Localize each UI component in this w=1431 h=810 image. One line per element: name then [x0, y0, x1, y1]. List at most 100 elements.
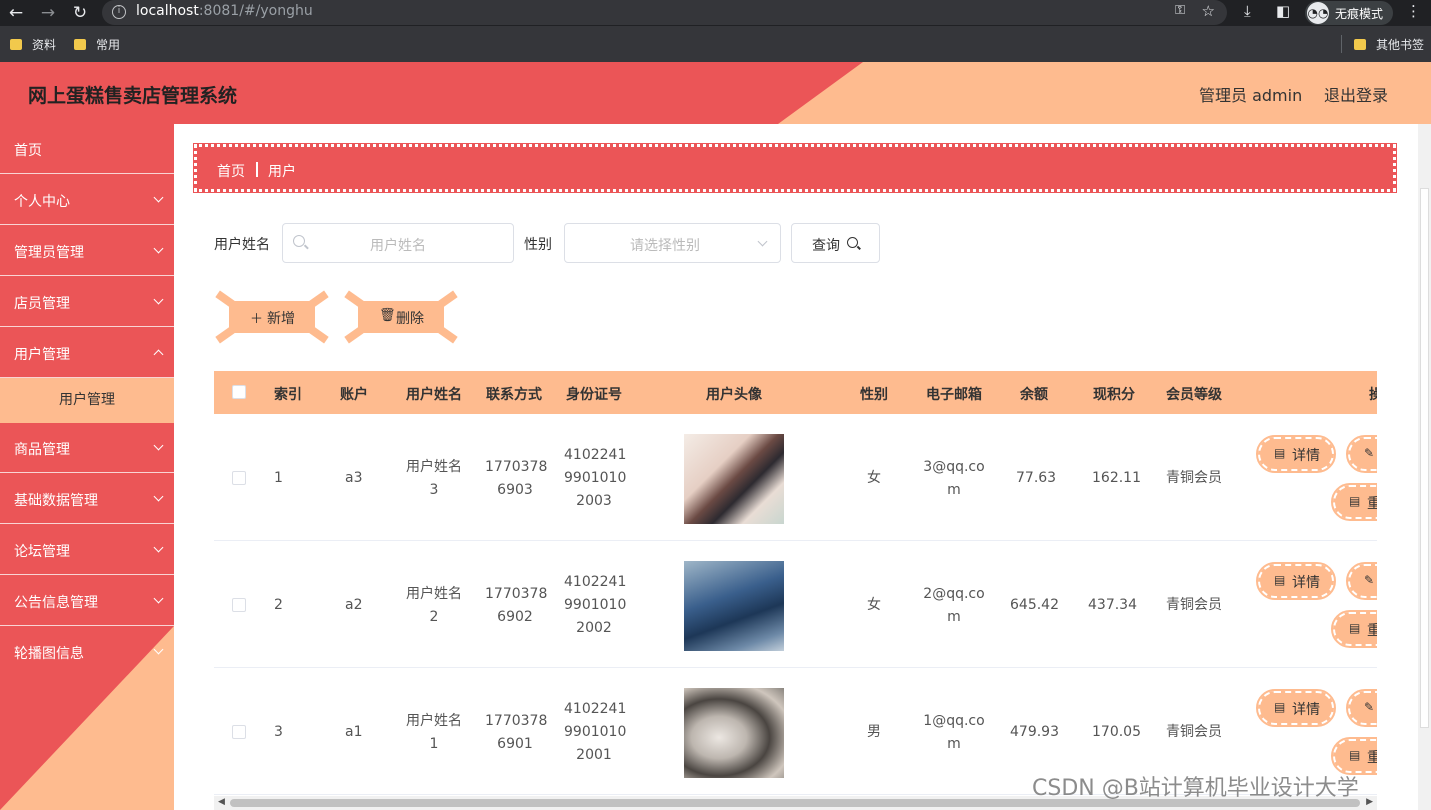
select-all-checkbox[interactable]	[232, 385, 246, 399]
cell-account: a3	[345, 470, 363, 486]
sidebar-item-basic-data[interactable]: 基础数据管理	[0, 474, 174, 524]
edit-button[interactable]: ✎	[1346, 435, 1377, 473]
cell-email: 2@qq.co m	[923, 586, 985, 625]
address-bar[interactable]: i localhost:8081/#/yonghu ⚿ ☆	[102, 0, 1227, 25]
gender-select[interactable]: 请选择性别	[564, 223, 781, 263]
cell-index: 1	[274, 470, 283, 486]
pencil-icon: ✎	[1364, 700, 1375, 714]
sidebar-item-users[interactable]: 用户管理	[0, 328, 174, 378]
url-text: localhost:8081/#/yonghu	[136, 3, 313, 19]
document-icon: ▤	[1274, 700, 1286, 714]
scroll-left-icon[interactable]: ◀	[218, 797, 225, 807]
chevron-down-icon	[153, 491, 164, 502]
logout-link[interactable]: 退出登录	[1324, 82, 1388, 106]
main-content: 首页 用户 用户姓名 用户姓名 性别 请选择性别 查询 ＋ 新增 🗑 删除 索引…	[174, 124, 1431, 810]
bookmarks-bar: 资料 常用 其他书签	[0, 26, 1431, 62]
star-icon[interactable]: ☆	[1202, 2, 1215, 20]
table-row: 1 a3 用户姓名 3 1770378 6903 4102241 9901010 200…	[214, 414, 1377, 541]
pencil-icon: ✎	[1364, 573, 1375, 587]
incognito-badge[interactable]: ◔◔ 无痕模式	[1305, 1, 1393, 25]
chevron-down-icon	[153, 192, 164, 203]
incognito-icon: ◔◔	[1307, 2, 1329, 24]
sidebar-subitem-users[interactable]: 用户管理	[0, 378, 174, 423]
breadcrumb-home[interactable]: 首页	[217, 161, 245, 181]
menu-icon[interactable]: ⋮	[1406, 2, 1421, 20]
sidebar-item-notices[interactable]: 公告信息管理	[0, 576, 174, 626]
col-ops: 操	[1369, 387, 1377, 403]
user-avatar-image[interactable]	[684, 688, 784, 778]
delete-button[interactable]: 🗑 删除	[343, 290, 459, 344]
users-table: 索引 账户 用户姓名 联系方式 身份证号 用户头像 性别 电子邮箱 余额 现积分…	[214, 371, 1377, 810]
scroll-right-icon[interactable]: ▶	[1366, 797, 1373, 807]
user-avatar-image[interactable]	[684, 434, 784, 524]
sidebar-item-profile[interactable]: 个人中心	[0, 175, 174, 225]
cell-balance: 77.63	[1016, 470, 1057, 486]
gender-label: 性别	[524, 237, 552, 253]
vertical-scrollbar[interactable]	[1418, 124, 1431, 810]
forward-icon[interactable]: →	[38, 2, 58, 24]
search-icon	[847, 237, 858, 248]
chevron-down-icon	[153, 644, 164, 655]
bookmark-folder[interactable]: 常用	[74, 37, 120, 53]
bookmark-folder[interactable]: 资料	[10, 37, 56, 53]
reset-button[interactable]: ▤ 重	[1331, 483, 1377, 521]
cell-gender: 女	[867, 470, 881, 486]
sidebar-item-forum[interactable]: 论坛管理	[0, 525, 174, 575]
search-icon	[293, 235, 305, 247]
cell-level: 青铜会员	[1166, 724, 1222, 740]
edit-button[interactable]: ✎	[1346, 689, 1377, 727]
other-bookmarks[interactable]: 其他书签	[1354, 37, 1424, 53]
sidebar: 首页 个人中心 管理员管理 店员管理 用户管理 用户管理 商品管理 基础数据管理…	[0, 124, 174, 810]
folder-icon	[10, 39, 22, 50]
sidepanel-icon[interactable]: ◧	[1276, 2, 1290, 20]
cell-id-card: 4102241 9901010 2002	[564, 574, 627, 636]
user-avatar-image[interactable]	[684, 561, 784, 651]
key-icon[interactable]: ⚿	[1175, 3, 1185, 18]
folder-icon	[74, 39, 86, 50]
reset-button[interactable]: ▤ 重	[1331, 737, 1377, 775]
col-balance: 余额	[1020, 387, 1048, 403]
breadcrumb-separator	[256, 162, 258, 177]
document-icon: ▤	[1349, 748, 1361, 762]
col-email: 电子邮箱	[926, 387, 982, 403]
scroll-thumb[interactable]	[1420, 188, 1429, 728]
detail-button[interactable]: ▤ 详情	[1256, 562, 1336, 600]
divider	[1341, 35, 1342, 53]
cell-phone: 1770378 6903	[485, 459, 548, 498]
cell-phone: 1770378 6901	[485, 713, 548, 752]
cell-gender: 女	[867, 597, 881, 613]
sidebar-item-carousel[interactable]: 轮播图信息	[0, 627, 174, 677]
app-header: 网上蛋糕售卖店管理系统 管理员 admin 退出登录	[0, 62, 1431, 124]
cell-points: 170.05	[1092, 724, 1141, 740]
table-header: 索引 账户 用户姓名 联系方式 身份证号 用户头像 性别 电子邮箱 余额 现积分…	[214, 371, 1377, 414]
folder-icon	[1354, 39, 1366, 50]
detail-button[interactable]: ▤ 详情	[1256, 435, 1336, 473]
edit-button[interactable]: ✎	[1346, 562, 1377, 600]
reset-button[interactable]: ▤ 重	[1331, 610, 1377, 648]
name-search-input[interactable]: 用户姓名	[282, 223, 514, 263]
sidebar-item-staff[interactable]: 店员管理	[0, 277, 174, 327]
admin-label: 管理员 admin	[1199, 86, 1303, 105]
query-button[interactable]: 查询	[791, 223, 880, 263]
sidebar-item-home[interactable]: 首页	[0, 124, 174, 174]
cell-gender: 男	[867, 724, 881, 740]
breadcrumb: 首页 用户	[193, 143, 1397, 193]
add-button[interactable]: ＋ 新增	[214, 290, 330, 344]
cell-level: 青铜会员	[1166, 470, 1222, 486]
sidebar-item-products[interactable]: 商品管理	[0, 423, 174, 473]
cell-phone: 1770378 6902	[485, 586, 548, 625]
back-icon[interactable]: ←	[6, 2, 26, 24]
row-checkbox[interactable]	[232, 598, 246, 612]
document-icon: ▤	[1274, 446, 1286, 460]
row-checkbox[interactable]	[232, 725, 246, 739]
detail-button[interactable]: ▤ 详情	[1256, 689, 1336, 727]
row-checkbox[interactable]	[232, 471, 246, 485]
cell-account: a1	[345, 724, 363, 740]
site-info-icon[interactable]: i	[112, 5, 126, 19]
pencil-icon: ✎	[1364, 446, 1375, 460]
sidebar-item-admins[interactable]: 管理员管理	[0, 226, 174, 276]
cell-email: 1@qq.co m	[923, 713, 985, 752]
app-title: 网上蛋糕售卖店管理系统	[28, 85, 238, 107]
download-icon[interactable]: ⤓	[1244, 2, 1251, 20]
reload-icon[interactable]: ↻	[70, 2, 90, 24]
